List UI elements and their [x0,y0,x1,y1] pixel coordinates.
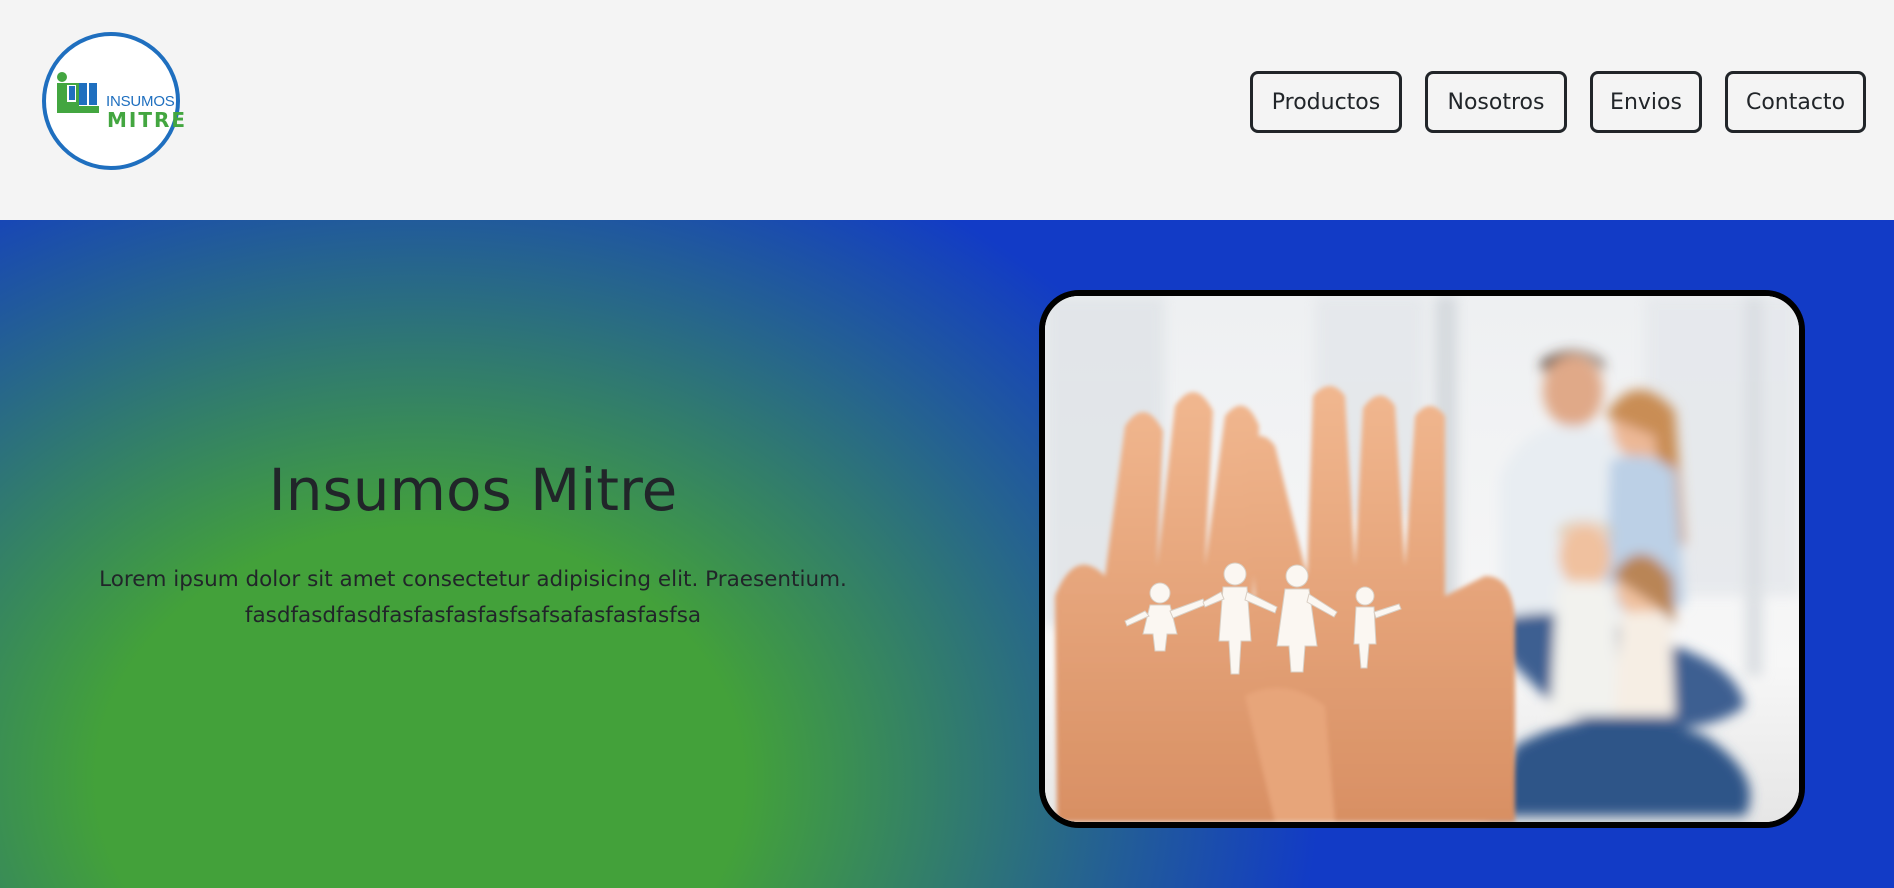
nav-envios-button[interactable]: Envios [1590,71,1702,133]
hands-family-photo-icon [1045,296,1799,822]
hero-description-line-1: Lorem ipsum dolor sit amet consectetur a… [99,567,847,592]
nav-productos-button[interactable]: Productos [1250,71,1402,133]
logo-text-bottom: MITRE [107,108,188,132]
site-header: INSUMOS MITRE Productos Nosotros Envios … [0,0,1894,220]
brand-logo[interactable]: INSUMOS MITRE [42,32,185,170]
nav-nosotros-button[interactable]: Nosotros [1425,71,1567,133]
hero-title: Insumos Mitre [268,456,678,524]
hero-section: Insumos Mitre Lorem ipsum dolor sit amet… [0,220,1894,888]
nav-contacto-button[interactable]: Contacto [1725,71,1866,133]
hero-image [1039,290,1805,828]
hero-description-line-2: fasdfasdfasdfasfasfasfasfsafsafasfasfasf… [244,603,702,628]
hero-description: Lorem ipsum dolor sit amet consectetur a… [0,562,946,634]
